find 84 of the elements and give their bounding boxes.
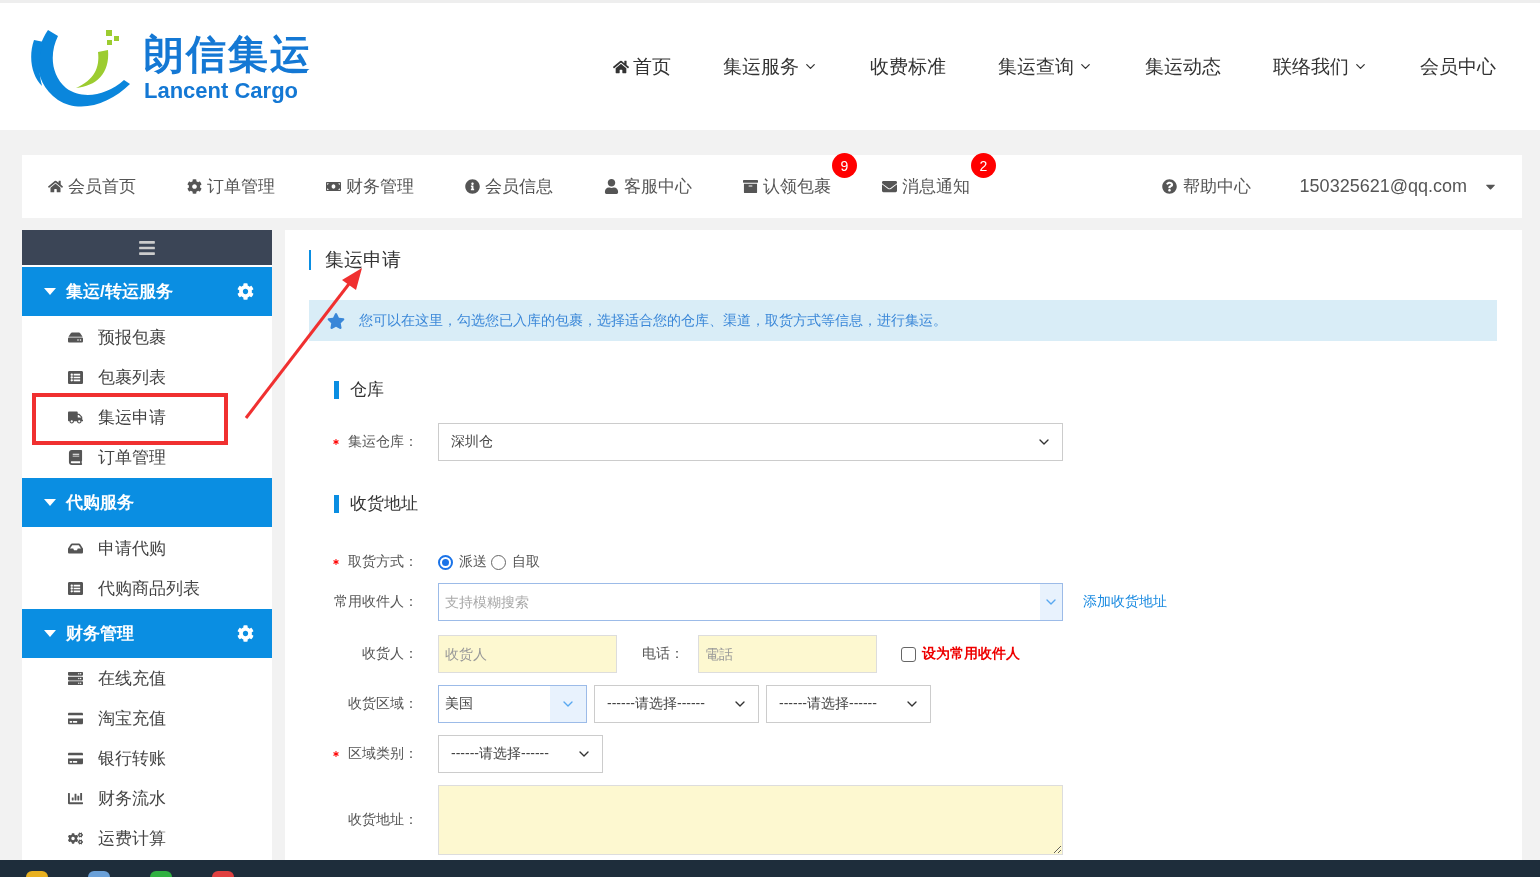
list-icon — [66, 580, 84, 596]
checkbox[interactable] — [901, 646, 916, 662]
country-select[interactable]: 美国 — [438, 685, 587, 723]
card-icon — [66, 751, 84, 767]
nav-link[interactable]: 集运动态 — [1145, 53, 1221, 80]
member-menu-item[interactable]: 会员首页 — [46, 175, 136, 198]
truck-icon — [66, 409, 84, 425]
field-label: 集运仓库： — [348, 433, 418, 451]
field-label: 取货方式： — [348, 553, 418, 571]
help-link[interactable]: 帮助中心 — [1160, 175, 1251, 198]
help-icon — [1160, 179, 1179, 194]
settings-icon[interactable] — [237, 625, 254, 642]
dropdown-toggle[interactable] — [1040, 584, 1062, 620]
sidebar-item[interactable]: 集运申请 — [22, 397, 272, 438]
member-menu-item[interactable]: 客服中心 — [602, 175, 692, 198]
count-badge: 9 — [832, 153, 857, 178]
info-icon — [463, 179, 481, 194]
section-heading: 收货地址 — [334, 495, 1497, 513]
section-heading: 仓库 — [334, 381, 1497, 399]
sidebar-item[interactable]: 淘宝充值 — [22, 699, 272, 739]
taskbar-app-icon[interactable] — [26, 871, 48, 877]
radio-label: 自取 — [512, 553, 540, 571]
sidebar-item[interactable]: 订单管理 — [22, 437, 272, 478]
taskbar-app-icon[interactable] — [88, 871, 110, 877]
list-icon — [66, 369, 84, 385]
nav-link[interactable]: 联络我们 — [1273, 53, 1368, 80]
nav-link[interactable]: 集运查询 — [998, 53, 1093, 80]
sidebar-item[interactable]: 申请代购 — [22, 528, 272, 569]
radio-button[interactable] — [438, 554, 453, 570]
settings-icon[interactable] — [237, 283, 254, 301]
account-menu[interactable]: 150325621@qq.com — [1299, 176, 1498, 197]
sidebar-group-header[interactable]: 代购服务 — [22, 478, 272, 528]
sidebar-item[interactable]: 在线充值 — [22, 659, 272, 699]
sidebar-group-header[interactable]: 集运/转运服务 — [22, 267, 272, 317]
star-icon — [327, 311, 345, 330]
field-label: 常用收件人： — [334, 593, 418, 611]
logo-subtitle: Lancent Cargo — [144, 77, 300, 104]
sidebar-group-header[interactable]: 财务管理 — [22, 609, 272, 658]
sidebar-item[interactable]: 预报包裹 — [22, 317, 272, 358]
logo-title: 朗信集运 — [144, 30, 312, 78]
bar-chart-icon — [66, 791, 84, 807]
card-icon — [66, 711, 84, 727]
sidebar-item[interactable]: 包裹列表 — [22, 357, 272, 398]
gear-icon — [185, 179, 203, 194]
menu-icon[interactable] — [138, 238, 156, 257]
home-icon — [613, 58, 629, 75]
checkbox-label: 设为常用收件人 — [922, 645, 1020, 663]
member-menu-item[interactable]: 财务管理 — [324, 175, 414, 198]
count-badge: 2 — [971, 153, 996, 178]
sidebar-item[interactable]: 银行转账 — [22, 739, 272, 779]
archive-box-icon — [741, 179, 759, 194]
field-label: 区域类别： — [348, 745, 418, 763]
nav-link[interactable]: 集运服务 — [723, 53, 818, 80]
region-select[interactable]: ------请选择------ — [766, 685, 931, 723]
sidebar-item[interactable]: 代购商品列表 — [22, 568, 272, 609]
gears-icon — [66, 831, 84, 847]
user-icon — [602, 179, 620, 194]
home-icon — [46, 179, 64, 194]
server-icon — [66, 671, 84, 687]
region-type-select[interactable]: ------请选择------ — [438, 735, 603, 773]
nav-link[interactable]: 会员中心 — [1420, 53, 1496, 80]
field-label: 收货地址： — [348, 811, 418, 829]
nav-link[interactable]: 首页 — [613, 53, 671, 80]
region-select[interactable]: ------请选择------ — [594, 685, 759, 723]
taskbar-app-icon[interactable] — [150, 871, 172, 877]
book-icon — [66, 449, 84, 465]
add-address-link[interactable]: 添加收货地址 — [1083, 593, 1167, 611]
radio-label: 派送 — [459, 553, 487, 571]
member-menu-item[interactable]: 会员信息 — [463, 175, 553, 198]
member-menu-item[interactable]: 订单管理 — [185, 175, 275, 198]
warehouse-select[interactable]: 深圳仓 — [438, 423, 1063, 461]
field-label: 收货人： — [362, 645, 418, 663]
field-label: 电话： — [642, 645, 684, 663]
contact-search-field[interactable]: 支持模糊搜索 — [438, 583, 1063, 621]
banknote-icon — [324, 179, 342, 194]
sidebar-item[interactable]: 财务流水 — [22, 779, 272, 819]
receiver-input[interactable]: 收货人 — [438, 635, 617, 673]
phone-input[interactable]: 電話 — [698, 635, 877, 673]
envelope-icon — [880, 179, 898, 194]
taskbar-app-icon[interactable] — [212, 871, 234, 877]
nav-link[interactable]: 收费标准 — [870, 53, 946, 80]
info-text: 您可以在这里，勾选您已入库的包裹，选择适合您的仓库、渠道，取货方式等信息，进行集运。 — [359, 311, 947, 330]
sidebar-item[interactable]: 运费计算 — [22, 819, 272, 859]
field-label: 收货区域： — [348, 695, 418, 713]
